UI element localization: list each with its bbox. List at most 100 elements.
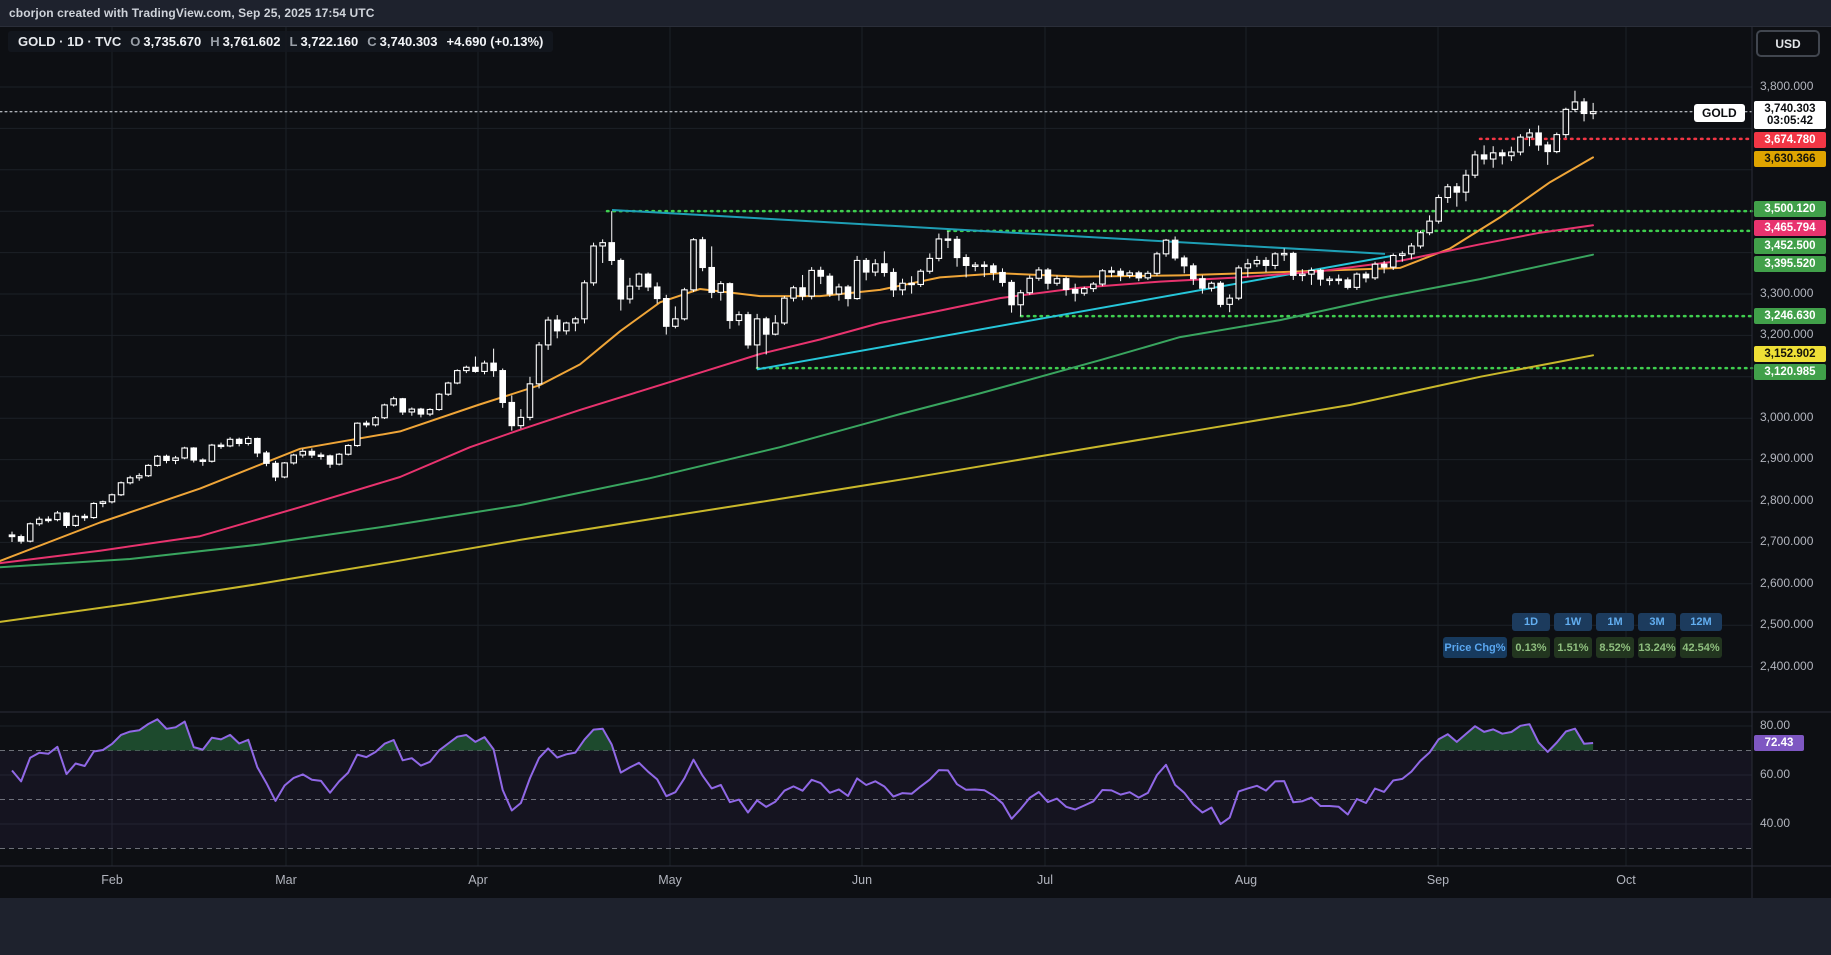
ohlc-key: H [210, 34, 219, 49]
month-label: Mar [275, 873, 297, 887]
candle [891, 272, 897, 289]
candle [1500, 153, 1506, 156]
candle [564, 323, 570, 331]
candle [1018, 293, 1024, 305]
candle [191, 448, 197, 460]
candle [945, 239, 951, 240]
candle [345, 446, 351, 455]
candle [1509, 152, 1515, 156]
candle [1281, 253, 1287, 254]
candle [118, 483, 124, 495]
candle [309, 451, 315, 455]
candle [1327, 279, 1333, 280]
ohlc-value: 3,761.602 [223, 34, 281, 49]
symbol-legend[interactable]: GOLD · 1D · TVC O3,735.670H3,761.602L3,7… [8, 31, 553, 52]
candle [1490, 153, 1496, 159]
price-tag: 3,630.366 [1754, 151, 1826, 167]
candle [509, 402, 515, 425]
candle [73, 516, 79, 525]
price-tick-label: 3,000.000 [1760, 410, 1813, 424]
candle [364, 423, 370, 425]
candle [1372, 264, 1378, 278]
candle [1436, 198, 1442, 222]
candle [200, 460, 206, 461]
price-tick-label: 2,900.000 [1760, 451, 1813, 465]
candle [445, 383, 451, 394]
candle [1218, 283, 1224, 304]
perf-value-cell: 0.13% [1512, 637, 1550, 658]
perf-range-button[interactable]: 1D [1512, 613, 1550, 631]
candle [818, 270, 824, 276]
candle [918, 271, 924, 284]
candle [664, 299, 670, 327]
candle [1336, 279, 1342, 280]
candle [1236, 268, 1242, 298]
candle [1163, 240, 1169, 254]
candle [854, 260, 860, 298]
candle [409, 409, 415, 412]
candle [1545, 145, 1551, 152]
perf-range-button[interactable]: 3M [1638, 613, 1676, 631]
candle [373, 418, 379, 425]
candle [1418, 233, 1424, 246]
candle [745, 315, 751, 345]
price-tick-label: 2,600.000 [1760, 576, 1813, 590]
candle [1354, 274, 1360, 287]
candle [164, 456, 170, 460]
price-chart-canvas[interactable] [0, 0, 1831, 955]
price-tick-label: 3,200.000 [1760, 327, 1813, 341]
candle [1427, 221, 1433, 233]
candle [1145, 273, 1151, 278]
candle [173, 458, 179, 460]
candle [1109, 271, 1115, 272]
candle [991, 266, 997, 273]
candle [709, 268, 715, 293]
rsi-value-tag: 72.43 [1754, 735, 1804, 751]
candle [527, 384, 533, 418]
candle [1409, 246, 1415, 254]
candle [1063, 279, 1069, 290]
price-tag: 3,452.500 [1754, 238, 1826, 254]
price-tick-label: 2,400.000 [1760, 659, 1813, 673]
candle [218, 445, 224, 446]
candle [809, 270, 815, 296]
candle [936, 239, 942, 258]
candle [618, 260, 624, 299]
candle [736, 315, 742, 321]
candle [1091, 284, 1097, 289]
candle [600, 243, 606, 246]
candle [382, 405, 388, 418]
candle [355, 423, 361, 445]
candle [246, 438, 252, 443]
candle [827, 276, 833, 294]
candle [1536, 133, 1542, 145]
candle [1318, 270, 1324, 279]
perf-range-button[interactable]: 12M [1680, 613, 1722, 631]
candle [482, 363, 488, 371]
perf-range-button[interactable]: 1M [1596, 613, 1634, 631]
price-tag: 3,246.630 [1754, 308, 1826, 324]
candle [700, 240, 706, 268]
candle [627, 286, 633, 299]
candle [591, 246, 597, 283]
candle [1181, 258, 1187, 266]
candle [1172, 240, 1178, 258]
perf-range-button[interactable]: 1W [1554, 613, 1592, 631]
candle [1000, 272, 1006, 282]
perf-value-cell: 1.51% [1554, 637, 1592, 658]
symbol-price-tag: GOLD [1694, 104, 1745, 122]
currency-toggle-button[interactable]: USD [1756, 30, 1820, 57]
candle [963, 258, 969, 266]
candle [609, 243, 615, 261]
candle [1481, 155, 1487, 159]
candle [1309, 270, 1315, 274]
candle [691, 240, 697, 290]
price-tag: 3,465.794 [1754, 220, 1826, 236]
month-label: Aug [1235, 873, 1257, 887]
candle [836, 287, 842, 294]
candle [673, 319, 679, 326]
candle [1136, 273, 1142, 278]
candle [645, 274, 651, 287]
candle [1563, 109, 1569, 134]
change-value: +4.690 (+0.13%) [447, 34, 544, 49]
